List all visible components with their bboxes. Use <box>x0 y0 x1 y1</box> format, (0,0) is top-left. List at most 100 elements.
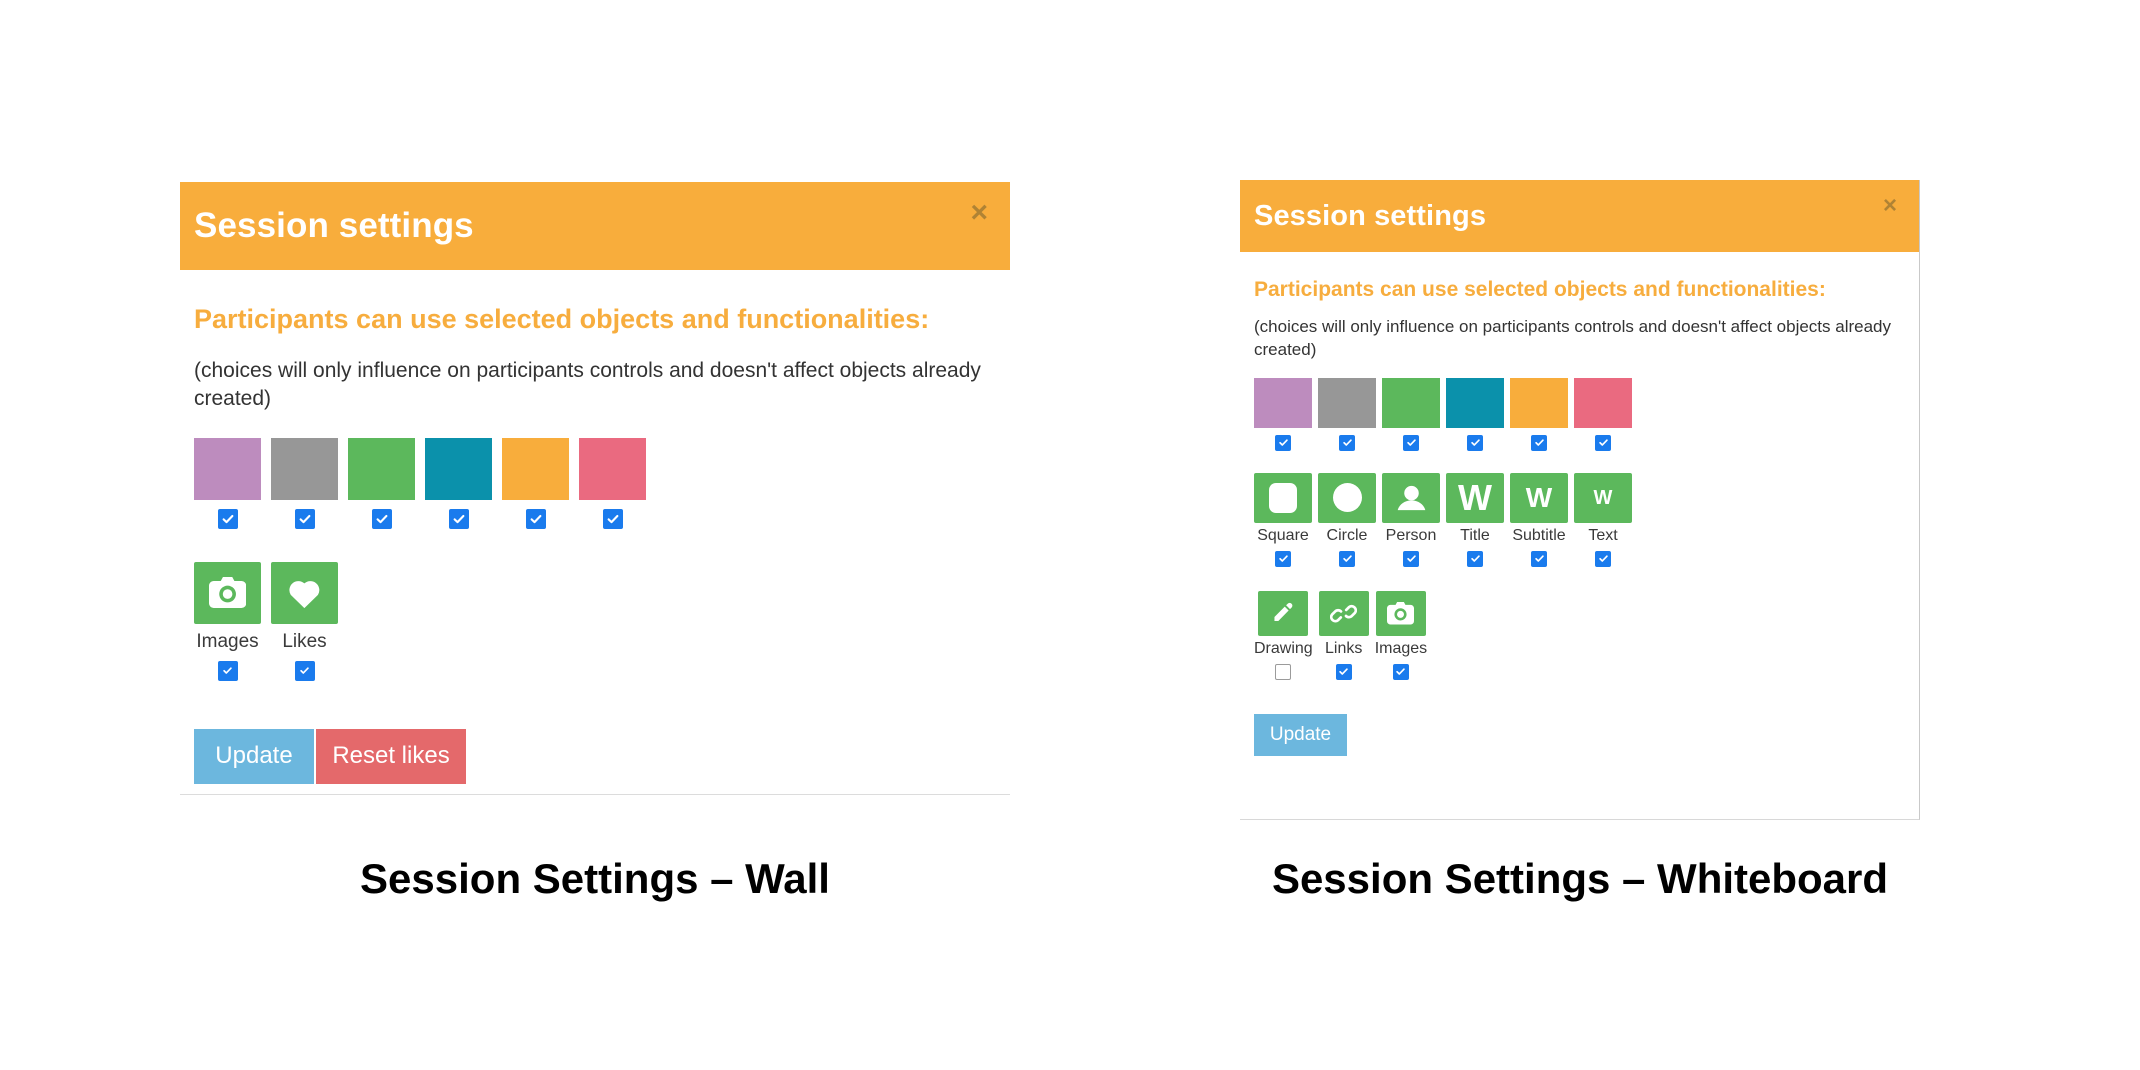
color-swatch-pink[interactable] <box>1574 377 1632 428</box>
option-images[interactable]: Images <box>194 561 261 681</box>
color-checkbox-pink[interactable] <box>602 508 623 529</box>
option-label-square: Square <box>1257 526 1309 544</box>
icon-tile-subtitle[interactable]: W <box>1510 472 1568 523</box>
color-checkbox-orange[interactable] <box>525 508 546 529</box>
color-option-gray[interactable] <box>1318 377 1376 451</box>
color-checkbox-teal[interactable] <box>1467 434 1483 451</box>
option-images[interactable]: Images <box>1374 590 1428 680</box>
color-checkbox-purple[interactable] <box>217 508 238 529</box>
person-icon <box>1397 485 1425 510</box>
icon-tile-likes[interactable] <box>271 561 338 624</box>
close-icon[interactable]: × <box>1883 194 1897 218</box>
option-title[interactable]: W Title <box>1446 472 1504 567</box>
dialog-title: Session settings <box>1254 199 1487 232</box>
icon-tile-images[interactable] <box>1375 590 1426 636</box>
option-checkbox-subtitle[interactable] <box>1531 550 1547 567</box>
option-label-person: Person <box>1385 526 1437 544</box>
section-heading: Participants can use selected objects an… <box>194 304 930 334</box>
square-icon <box>1269 482 1297 513</box>
icon-tile-drawing[interactable] <box>1258 590 1309 636</box>
option-label-likes: Likes <box>282 630 327 652</box>
close-icon[interactable]: × <box>970 198 988 228</box>
text-body-icon: W <box>1593 486 1613 509</box>
text-subtitle-icon: W <box>1525 481 1553 513</box>
option-likes[interactable]: Likes <box>271 561 338 681</box>
option-checkbox-images[interactable] <box>1392 663 1409 680</box>
option-square[interactable]: Square <box>1254 472 1312 567</box>
option-checkbox-images[interactable] <box>217 660 238 681</box>
color-option-purple[interactable] <box>194 437 261 529</box>
color-swatch-green[interactable] <box>348 437 415 500</box>
session-settings-wall-dialog: Session settings × Participants can use … <box>180 182 1010 795</box>
option-label-images: Images <box>1374 639 1428 657</box>
option-drawing[interactable]: Drawing <box>1254 590 1313 680</box>
color-option-green[interactable] <box>1382 377 1440 451</box>
option-subtitle[interactable]: W Subtitle <box>1510 472 1568 567</box>
dialog-header-wall: Session settings × <box>180 182 1010 270</box>
color-swatch-orange[interactable] <box>502 437 569 500</box>
option-checkbox-likes[interactable] <box>294 660 315 681</box>
color-swatch-purple[interactable] <box>1254 377 1312 428</box>
reset-likes-button[interactable]: Reset likes <box>316 728 466 784</box>
icon-tile-circle[interactable] <box>1318 472 1376 523</box>
option-label-subtitle: Subtitle <box>1512 526 1566 544</box>
option-checkbox-circle[interactable] <box>1339 550 1355 567</box>
object-options-row: Square Circle Person W Title W Subtitle WT… <box>1254 472 1905 567</box>
option-checkbox-title[interactable] <box>1467 550 1483 567</box>
dialog-body-whiteboard: Participants can use selected objects an… <box>1240 252 1919 756</box>
icon-tile-square[interactable] <box>1254 472 1312 523</box>
page-root: Session settings × Participants can use … <box>0 0 2140 1070</box>
session-settings-whiteboard-dialog: Session settings × Participants can use … <box>1240 180 1920 820</box>
color-option-orange[interactable] <box>502 437 569 529</box>
option-links[interactable]: Links <box>1318 590 1369 680</box>
update-button[interactable]: Update <box>194 728 314 784</box>
color-option-pink[interactable] <box>579 437 646 529</box>
color-swatch-pink[interactable] <box>579 437 646 500</box>
option-checkbox-square[interactable] <box>1275 550 1291 567</box>
color-swatch-gray[interactable] <box>271 437 338 500</box>
option-text[interactable]: W Text <box>1574 472 1632 567</box>
color-checkbox-green[interactable] <box>1403 434 1419 451</box>
icon-tile-images[interactable] <box>194 561 261 624</box>
icon-tile-links[interactable] <box>1318 590 1369 636</box>
color-swatch-orange[interactable] <box>1510 377 1568 428</box>
heart-icon <box>289 580 320 608</box>
icon-tile-text[interactable]: W <box>1574 472 1632 523</box>
option-circle[interactable]: Circle <box>1318 472 1376 567</box>
option-checkbox-drawing[interactable] <box>1275 663 1292 680</box>
color-swatch-gray[interactable] <box>1318 377 1376 428</box>
color-checkbox-purple[interactable] <box>1275 434 1291 451</box>
color-swatch-teal[interactable] <box>1446 377 1504 428</box>
option-checkbox-links[interactable] <box>1335 663 1352 680</box>
color-option-teal[interactable] <box>425 437 492 529</box>
color-checkbox-teal[interactable] <box>448 508 469 529</box>
dialog-actions: Update Reset likes <box>194 728 996 784</box>
option-checkbox-text[interactable] <box>1595 550 1611 567</box>
color-checkbox-pink[interactable] <box>1595 434 1611 451</box>
dialog-body-wall: Participants can use selected objects an… <box>180 270 1010 795</box>
caption-whiteboard: Session Settings – Whiteboard <box>1271 855 1889 902</box>
color-option-orange[interactable] <box>1510 377 1568 451</box>
option-label-circle: Circle <box>1326 526 1368 544</box>
update-button[interactable]: Update <box>1254 713 1347 756</box>
color-option-gray[interactable] <box>271 437 338 529</box>
camera-icon <box>208 577 247 609</box>
color-option-green[interactable] <box>348 437 415 529</box>
color-option-teal[interactable] <box>1446 377 1504 451</box>
color-option-purple[interactable] <box>1254 377 1312 451</box>
color-checkbox-gray[interactable] <box>1339 434 1355 451</box>
text-title-icon: W <box>1458 476 1492 518</box>
color-checkbox-gray[interactable] <box>294 508 315 529</box>
section-note: (choices will only influence on particip… <box>1254 317 1892 359</box>
icon-tile-person[interactable] <box>1382 472 1440 523</box>
option-checkbox-person[interactable] <box>1403 550 1419 567</box>
color-swatch-teal[interactable] <box>425 437 492 500</box>
color-checkbox-green[interactable] <box>371 508 392 529</box>
color-options-row <box>1254 377 1905 451</box>
color-swatch-green[interactable] <box>1382 377 1440 428</box>
color-swatch-purple[interactable] <box>194 437 261 500</box>
icon-tile-title[interactable]: W <box>1446 472 1504 523</box>
option-person[interactable]: Person <box>1382 472 1440 567</box>
color-checkbox-orange[interactable] <box>1531 434 1547 451</box>
color-option-pink[interactable] <box>1574 377 1632 451</box>
